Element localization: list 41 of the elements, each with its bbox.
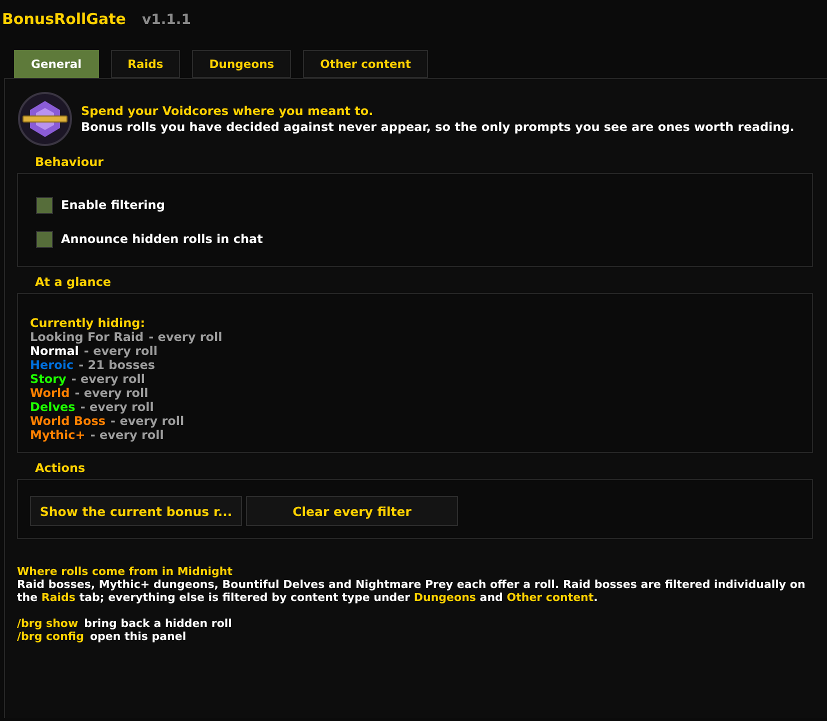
crystal-icon xyxy=(17,91,73,147)
command-name: /brg config xyxy=(17,630,84,643)
difficulty-name: Mythic+ xyxy=(30,428,86,442)
hiding-detail: - 21 bosses xyxy=(78,358,156,372)
checkbox-label: Announce hidden rolls in chat xyxy=(61,232,263,246)
command-name: /brg show xyxy=(17,617,78,630)
difficulty-name: Story xyxy=(30,372,66,386)
checkbox-label: Enable filtering xyxy=(61,198,165,212)
intro-text: Bonus rolls you have decided against never appear, so the only prompts you see are ones worth reading. xyxy=(81,119,794,135)
hiding-heading: Currently hiding: xyxy=(30,316,146,330)
section-heading: At a glance xyxy=(35,275,112,289)
tab[interactable]: Raids xyxy=(110,50,180,78)
command-description: bring back a hidden roll xyxy=(84,617,232,630)
hiding-detail: - every roll xyxy=(74,386,148,400)
checkbox[interactable] xyxy=(36,196,53,214)
hiding-detail: - every roll xyxy=(148,330,222,344)
version-label: v1.1.1 xyxy=(142,12,191,28)
hiding-detail: - every roll xyxy=(80,400,154,414)
hiding-detail: - every roll xyxy=(71,372,145,386)
command-description: open this panel xyxy=(90,630,186,643)
section-heading: Behaviour xyxy=(35,155,105,169)
difficulty-name: World Boss xyxy=(30,414,106,428)
section-heading: Actions xyxy=(35,461,86,475)
difficulty-name: Delves xyxy=(30,400,76,414)
intro-headline: Spend your Voidcores where you meant to. xyxy=(81,103,374,119)
hiding-detail: - every roll xyxy=(110,414,184,428)
difficulty-name: Looking For Raid xyxy=(30,330,144,344)
addon-title: BonusRollGate xyxy=(2,10,126,28)
footer-paragraph: Raid bosses, Mythic+ dungeons, Bountiful Delves and Nightmare Prey each offer a roll. Raid bosses are filtered individually on the Raids tab; everything else is filtered by content type under Dungeons and Other content. xyxy=(17,578,806,604)
difficulty-name: World xyxy=(30,386,70,400)
difficulty-name: Heroic xyxy=(30,358,74,372)
difficulty-name: Normal xyxy=(30,344,79,358)
footer-heading: Where rolls come from in Midnight xyxy=(17,565,234,578)
hiding-detail: - every roll xyxy=(90,428,164,442)
tab[interactable]: Other content xyxy=(303,50,428,78)
action-button[interactable]: Clear every filter xyxy=(246,496,458,526)
tab[interactable]: General xyxy=(14,50,99,78)
action-button[interactable]: Show the current bonus r... xyxy=(30,496,242,526)
tab[interactable]: Dungeons xyxy=(192,50,292,78)
hiding-detail: - every roll xyxy=(84,344,158,358)
checkbox[interactable] xyxy=(36,230,53,248)
